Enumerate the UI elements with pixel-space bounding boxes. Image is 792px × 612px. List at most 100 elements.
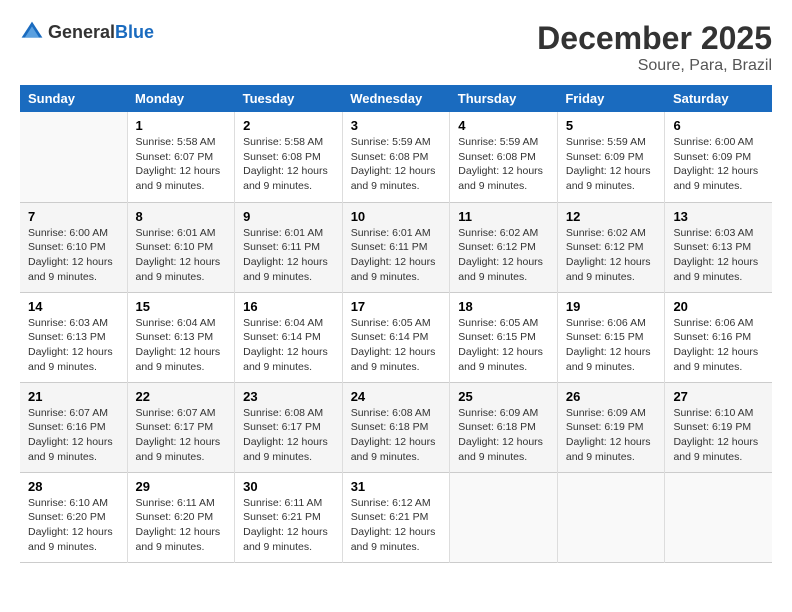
calendar-cell: 25 Sunrise: 6:09 AM Sunset: 6:18 PM Dayli… xyxy=(450,382,558,472)
calendar-cell: 8 Sunrise: 6:01 AM Sunset: 6:10 PM Daylig… xyxy=(127,202,235,292)
calendar-cell: 11 Sunrise: 6:02 AM Sunset: 6:12 PM Dayli… xyxy=(450,202,558,292)
day-number: 17 xyxy=(351,299,442,314)
calendar-cell: 19Sunrise: 6:06 AM Sunset: 6:15 PM Dayli… xyxy=(557,292,665,382)
day-number: 25 xyxy=(458,389,549,404)
day-info: Sunrise: 6:07 AM Sunset: 6:17 PM Dayligh… xyxy=(136,406,227,465)
calendar-cell: 15 Sunrise: 6:04 AM Sunset: 6:13 PM Dayli… xyxy=(127,292,235,382)
calendar-week-5: 28 Sunrise: 6:10 AM Sunset: 6:20 PM Dayli… xyxy=(20,472,772,562)
day-info: Sunrise: 6:02 AM Sunset: 6:12 PM Dayligh… xyxy=(566,226,657,285)
day-number: 15 xyxy=(136,299,227,314)
calendar-cell xyxy=(557,472,665,562)
calendar-cell: 20 Sunrise: 6:06 AM Sunset: 6:16 PM Dayli… xyxy=(665,292,772,382)
day-number: 20 xyxy=(673,299,764,314)
day-number: 26 xyxy=(566,389,657,404)
day-info: Sunrise: 6:01 AM Sunset: 6:11 PM Dayligh… xyxy=(243,226,334,285)
calendar-cell: 28 Sunrise: 6:10 AM Sunset: 6:20 PM Dayli… xyxy=(20,472,127,562)
day-number: 12 xyxy=(566,209,657,224)
calendar-cell xyxy=(665,472,772,562)
day-info: Sunrise: 6:11 AM Sunset: 6:21 PM Dayligh… xyxy=(243,496,334,555)
day-info: Sunrise: 6:12 AM Sunset: 6:21 PM Dayligh… xyxy=(351,496,442,555)
day-number: 8 xyxy=(136,209,227,224)
calendar-week-2: 7Sunrise: 6:00 AM Sunset: 6:10 PM Daylig… xyxy=(20,202,772,292)
day-info: Sunrise: 6:11 AM Sunset: 6:20 PM Dayligh… xyxy=(136,496,227,555)
day-number: 6 xyxy=(673,118,764,133)
calendar-cell: 2 Sunrise: 5:58 AM Sunset: 6:08 PM Daylig… xyxy=(235,112,343,202)
day-info: Sunrise: 6:03 AM Sunset: 6:13 PM Dayligh… xyxy=(28,316,119,375)
day-info: Sunrise: 6:01 AM Sunset: 6:11 PM Dayligh… xyxy=(351,226,442,285)
day-number: 28 xyxy=(28,479,119,494)
calendar-cell xyxy=(20,112,127,202)
day-number: 30 xyxy=(243,479,334,494)
month-title: December 2025 xyxy=(537,20,772,57)
calendar-cell: 9 Sunrise: 6:01 AM Sunset: 6:11 PM Daylig… xyxy=(235,202,343,292)
day-number: 16 xyxy=(243,299,334,314)
day-info: Sunrise: 6:00 AM Sunset: 6:09 PM Dayligh… xyxy=(673,135,764,194)
calendar-cell: 7Sunrise: 6:00 AM Sunset: 6:10 PM Daylig… xyxy=(20,202,127,292)
calendar-cell: 26 Sunrise: 6:09 AM Sunset: 6:19 PM Dayli… xyxy=(557,382,665,472)
day-info: Sunrise: 5:59 AM Sunset: 6:08 PM Dayligh… xyxy=(458,135,549,194)
day-info: Sunrise: 6:06 AM Sunset: 6:16 PM Dayligh… xyxy=(673,316,764,375)
header-thursday: Thursday xyxy=(450,85,558,112)
calendar-cell xyxy=(450,472,558,562)
calendar-week-4: 21Sunrise: 6:07 AM Sunset: 6:16 PM Dayli… xyxy=(20,382,772,472)
calendar-cell: 31 Sunrise: 6:12 AM Sunset: 6:21 PM Dayli… xyxy=(342,472,450,562)
day-number: 31 xyxy=(351,479,442,494)
page-header: GeneralBlue December 2025 Soure, Para, B… xyxy=(20,20,772,75)
calendar-cell: 17Sunrise: 6:05 AM Sunset: 6:14 PM Dayli… xyxy=(342,292,450,382)
calendar-header-row: SundayMondayTuesdayWednesdayThursdayFrid… xyxy=(20,85,772,112)
day-number: 27 xyxy=(673,389,764,404)
calendar-cell: 21Sunrise: 6:07 AM Sunset: 6:16 PM Dayli… xyxy=(20,382,127,472)
header-sunday: Sunday xyxy=(20,85,127,112)
day-number: 19 xyxy=(566,299,657,314)
day-number: 9 xyxy=(243,209,334,224)
location-title: Soure, Para, Brazil xyxy=(537,57,772,75)
header-saturday: Saturday xyxy=(665,85,772,112)
day-info: Sunrise: 6:08 AM Sunset: 6:18 PM Dayligh… xyxy=(351,406,442,465)
day-info: Sunrise: 6:03 AM Sunset: 6:13 PM Dayligh… xyxy=(673,226,764,285)
calendar-cell: 12 Sunrise: 6:02 AM Sunset: 6:12 PM Dayli… xyxy=(557,202,665,292)
day-info: Sunrise: 6:02 AM Sunset: 6:12 PM Dayligh… xyxy=(458,226,549,285)
calendar-cell: 10 Sunrise: 6:01 AM Sunset: 6:11 PM Dayli… xyxy=(342,202,450,292)
day-number: 11 xyxy=(458,209,549,224)
calendar-cell: 23Sunrise: 6:08 AM Sunset: 6:17 PM Dayli… xyxy=(235,382,343,472)
day-number: 18 xyxy=(458,299,549,314)
day-number: 29 xyxy=(136,479,227,494)
calendar-cell: 29 Sunrise: 6:11 AM Sunset: 6:20 PM Dayli… xyxy=(127,472,235,562)
day-number: 13 xyxy=(673,209,764,224)
day-info: Sunrise: 6:00 AM Sunset: 6:10 PM Dayligh… xyxy=(28,226,119,285)
logo-text-blue: Blue xyxy=(115,22,154,42)
calendar-cell: 3Sunrise: 5:59 AM Sunset: 6:08 PM Daylig… xyxy=(342,112,450,202)
day-number: 10 xyxy=(351,209,442,224)
calendar-week-1: 1 Sunrise: 5:58 AM Sunset: 6:07 PM Daylig… xyxy=(20,112,772,202)
calendar-table: SundayMondayTuesdayWednesdayThursdayFrid… xyxy=(20,85,772,563)
day-info: Sunrise: 6:10 AM Sunset: 6:19 PM Dayligh… xyxy=(673,406,764,465)
day-info: Sunrise: 6:04 AM Sunset: 6:14 PM Dayligh… xyxy=(243,316,334,375)
day-info: Sunrise: 6:01 AM Sunset: 6:10 PM Dayligh… xyxy=(136,226,227,285)
calendar-cell: 18Sunrise: 6:05 AM Sunset: 6:15 PM Dayli… xyxy=(450,292,558,382)
day-number: 22 xyxy=(136,389,227,404)
calendar-cell: 1 Sunrise: 5:58 AM Sunset: 6:07 PM Daylig… xyxy=(127,112,235,202)
day-info: Sunrise: 6:07 AM Sunset: 6:16 PM Dayligh… xyxy=(28,406,119,465)
header-wednesday: Wednesday xyxy=(342,85,450,112)
day-number: 4 xyxy=(458,118,549,133)
logo: GeneralBlue xyxy=(20,20,154,44)
header-monday: Monday xyxy=(127,85,235,112)
calendar-cell: 24Sunrise: 6:08 AM Sunset: 6:18 PM Dayli… xyxy=(342,382,450,472)
day-number: 3 xyxy=(351,118,442,133)
day-info: Sunrise: 6:09 AM Sunset: 6:19 PM Dayligh… xyxy=(566,406,657,465)
logo-icon xyxy=(20,20,44,44)
calendar-cell: 6 Sunrise: 6:00 AM Sunset: 6:09 PM Daylig… xyxy=(665,112,772,202)
day-info: Sunrise: 6:04 AM Sunset: 6:13 PM Dayligh… xyxy=(136,316,227,375)
calendar-cell: 30 Sunrise: 6:11 AM Sunset: 6:21 PM Dayli… xyxy=(235,472,343,562)
day-number: 14 xyxy=(28,299,119,314)
header-tuesday: Tuesday xyxy=(235,85,343,112)
day-info: Sunrise: 5:58 AM Sunset: 6:08 PM Dayligh… xyxy=(243,135,334,194)
day-number: 1 xyxy=(136,118,227,133)
calendar-cell: 27 Sunrise: 6:10 AM Sunset: 6:19 PM Dayli… xyxy=(665,382,772,472)
day-info: Sunrise: 6:09 AM Sunset: 6:18 PM Dayligh… xyxy=(458,406,549,465)
day-info: Sunrise: 5:59 AM Sunset: 6:09 PM Dayligh… xyxy=(566,135,657,194)
calendar-cell: 5Sunrise: 5:59 AM Sunset: 6:09 PM Daylig… xyxy=(557,112,665,202)
day-number: 2 xyxy=(243,118,334,133)
day-info: Sunrise: 6:10 AM Sunset: 6:20 PM Dayligh… xyxy=(28,496,119,555)
day-info: Sunrise: 5:58 AM Sunset: 6:07 PM Dayligh… xyxy=(136,135,227,194)
